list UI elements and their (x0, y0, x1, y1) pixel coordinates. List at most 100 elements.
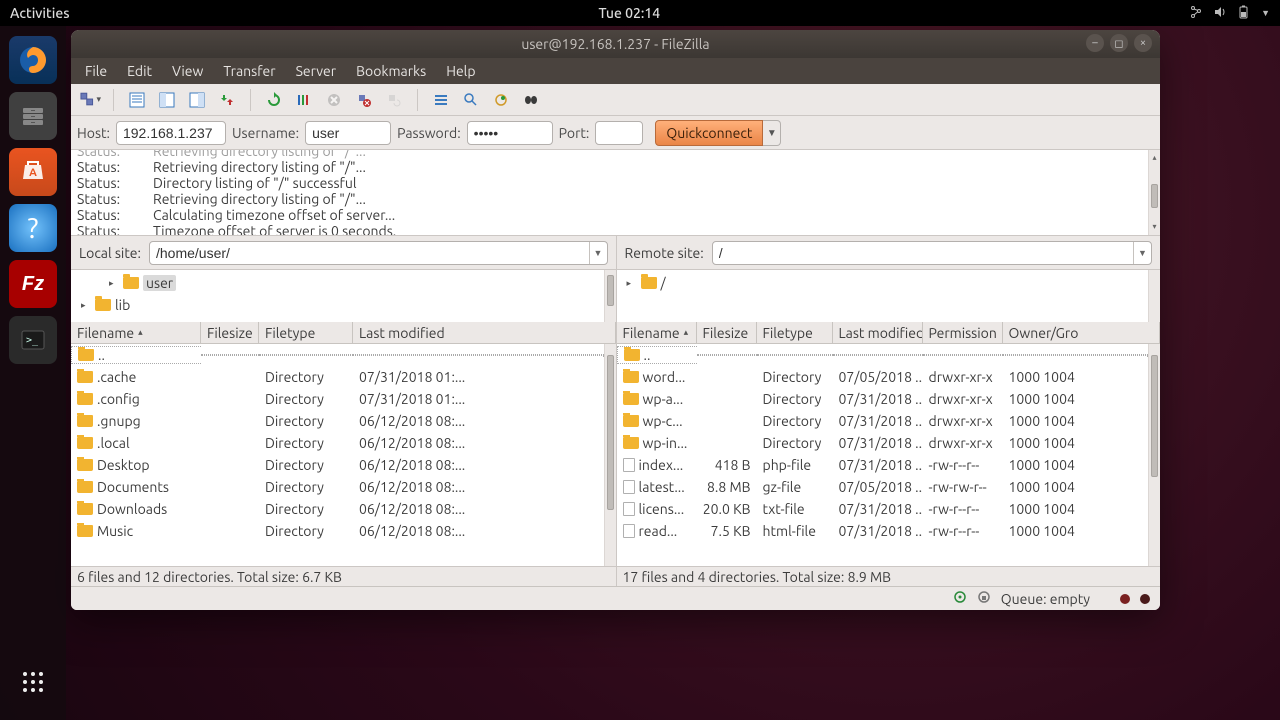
menu-edit[interactable]: Edit (119, 61, 160, 81)
dock-software[interactable]: A (9, 148, 57, 196)
list-item[interactable]: wp-c...Directory07/31/2018 ...drwxr-xr-x… (617, 410, 1149, 432)
search-icon[interactable] (520, 89, 542, 111)
host-input[interactable] (116, 121, 226, 145)
dock-files[interactable] (9, 92, 57, 140)
list-item[interactable]: .cacheDirectory07/31/2018 01:... (71, 366, 604, 388)
col-owner[interactable]: Owner/Gro (1003, 322, 1161, 343)
local-columns[interactable]: Filename▴ Filesize Filetype Last modifie… (71, 322, 616, 344)
col-filetype[interactable]: Filetype (259, 322, 353, 343)
remote-site-combo[interactable]: ▼ (712, 241, 1152, 265)
username-input[interactable] (305, 121, 391, 145)
dock-terminal[interactable]: >_ (9, 316, 57, 364)
list-item[interactable]: MusicDirectory06/12/2018 08:... (71, 520, 604, 542)
list-item[interactable]: .. (617, 344, 1149, 366)
filter-icon[interactable] (430, 89, 452, 111)
tree-node[interactable]: ▸user (81, 272, 602, 294)
titlebar[interactable]: user@192.168.1.237 - FileZilla – ◻ × (71, 30, 1160, 58)
menu-file[interactable]: File (77, 61, 115, 81)
chevron-down-icon[interactable]: ▼ (1133, 242, 1151, 264)
toggle-remote-tree-icon[interactable] (186, 89, 208, 111)
expander-icon[interactable]: ▸ (109, 278, 119, 289)
expander-icon[interactable]: ▸ (627, 278, 637, 289)
menu-transfer[interactable]: Transfer (215, 61, 283, 81)
menu-help[interactable]: Help (438, 61, 483, 81)
list-item[interactable]: read...7.5 KBhtml-file07/31/2018 ...-rw-… (617, 520, 1149, 542)
disconnect-icon[interactable] (353, 89, 375, 111)
tree-node[interactable]: ▸lib (81, 294, 602, 316)
log-scrollbar[interactable]: ▴ ▾ (1148, 150, 1160, 235)
local-site-input[interactable] (150, 242, 589, 264)
volume-icon[interactable] (1213, 5, 1227, 22)
list-item[interactable]: wp-in...Directory07/31/2018 ...drwxr-xr-… (617, 432, 1149, 454)
expander-icon[interactable]: ▸ (81, 300, 91, 311)
remote-site-input[interactable] (713, 242, 1133, 264)
toggle-log-icon[interactable] (126, 89, 148, 111)
refresh-icon[interactable] (263, 89, 285, 111)
site-manager-icon[interactable]: ▾ (79, 89, 101, 111)
topbar-tray[interactable]: ▼ (1189, 5, 1270, 22)
reconnect-icon[interactable] (383, 89, 405, 111)
dock-firefox[interactable] (9, 36, 57, 84)
list-item[interactable]: DownloadsDirectory06/12/2018 08:... (71, 498, 604, 520)
col-modified[interactable]: Last modified (833, 322, 923, 343)
password-input[interactable] (467, 121, 553, 145)
col-filetype[interactable]: Filetype (757, 322, 833, 343)
toggle-local-tree-icon[interactable] (156, 89, 178, 111)
col-modified[interactable]: Last modified (353, 322, 616, 343)
list-item[interactable]: .configDirectory07/31/2018 01:... (71, 388, 604, 410)
remote-columns[interactable]: Filename▴ Filesize Filetype Last modifie… (617, 322, 1161, 344)
local-list-scrollbar[interactable] (604, 344, 616, 566)
remote-rows[interactable]: ..word...Directory07/05/2018 ...drwxr-xr… (617, 344, 1161, 566)
dock-filezilla[interactable]: Fz (9, 260, 57, 308)
local-site-combo[interactable]: ▼ (149, 241, 608, 265)
port-input[interactable] (595, 121, 643, 145)
quickconnect-dropdown[interactable]: ▼ (763, 120, 781, 146)
menu-view[interactable]: View (164, 61, 211, 81)
battery-icon[interactable] (1237, 5, 1251, 22)
quickconnect-button[interactable]: Quickconnect (655, 120, 763, 146)
list-item[interactable]: .localDirectory06/12/2018 08:... (71, 432, 604, 454)
list-item[interactable]: .. (71, 344, 604, 366)
power-icon[interactable]: ▼ (1261, 8, 1270, 18)
toggle-queue-icon[interactable] (216, 89, 238, 111)
list-item[interactable]: wp-a...Directory07/31/2018 ...drwxr-xr-x… (617, 388, 1149, 410)
topbar-clock[interactable]: Tue 02:14 (70, 5, 1190, 21)
list-item[interactable]: .gnupgDirectory06/12/2018 08:... (71, 410, 604, 432)
list-item[interactable]: word...Directory07/05/2018 ...drwxr-xr-x… (617, 366, 1149, 388)
cancel-icon[interactable] (323, 89, 345, 111)
remote-tree[interactable]: ▸/ (616, 270, 1161, 322)
menu-server[interactable]: Server (288, 61, 345, 81)
list-item[interactable]: DesktopDirectory06/12/2018 08:... (71, 454, 604, 476)
sync-browsing-icon[interactable] (490, 89, 512, 111)
dock-help[interactable]: ? (9, 204, 57, 252)
window-close-icon[interactable]: × (1134, 34, 1152, 52)
col-filesize[interactable]: Filesize (697, 322, 757, 343)
settings-icon[interactable] (953, 590, 967, 607)
list-item[interactable]: index...418 Bphp-file07/31/2018 ...-rw-r… (617, 454, 1149, 476)
list-item[interactable]: licens...20.0 KBtxt-file07/31/2018 ...-r… (617, 498, 1149, 520)
remote-tree-scrollbar[interactable] (1148, 270, 1160, 322)
local-tree-scrollbar[interactable] (604, 270, 616, 322)
dock-apps-grid[interactable] (9, 658, 57, 706)
window-minimize-icon[interactable]: – (1086, 34, 1104, 52)
col-filename[interactable]: Filename▴ (71, 322, 201, 343)
col-filename[interactable]: Filename▴ (617, 322, 697, 343)
local-rows[interactable]: ...cacheDirectory07/31/2018 01:....confi… (71, 344, 616, 566)
tree-node[interactable]: ▸/ (627, 272, 1147, 294)
compare-icon[interactable] (460, 89, 482, 111)
log-pane[interactable]: Status:Retrieving directory listing of "… (71, 150, 1160, 236)
activities-button[interactable]: Activities (10, 5, 70, 21)
menu-bookmarks[interactable]: Bookmarks (348, 61, 434, 81)
list-item[interactable]: latest...8.8 MBgz-file07/05/2018 ...-rw-… (617, 476, 1149, 498)
list-item[interactable]: DocumentsDirectory06/12/2018 08:... (71, 476, 604, 498)
chevron-down-icon[interactable]: ▼ (589, 242, 607, 264)
local-tree[interactable]: ▸user▸lib (71, 270, 616, 322)
lock-icon[interactable] (977, 590, 991, 607)
network-icon[interactable] (1189, 5, 1203, 22)
col-permissions[interactable]: Permission (923, 322, 1003, 343)
queue-status[interactable]: Queue: empty (1001, 591, 1090, 607)
window-maximize-icon[interactable]: ◻ (1110, 34, 1128, 52)
process-queue-icon[interactable] (293, 89, 315, 111)
remote-list-scrollbar[interactable] (1148, 344, 1160, 566)
col-filesize[interactable]: Filesize (201, 322, 259, 343)
